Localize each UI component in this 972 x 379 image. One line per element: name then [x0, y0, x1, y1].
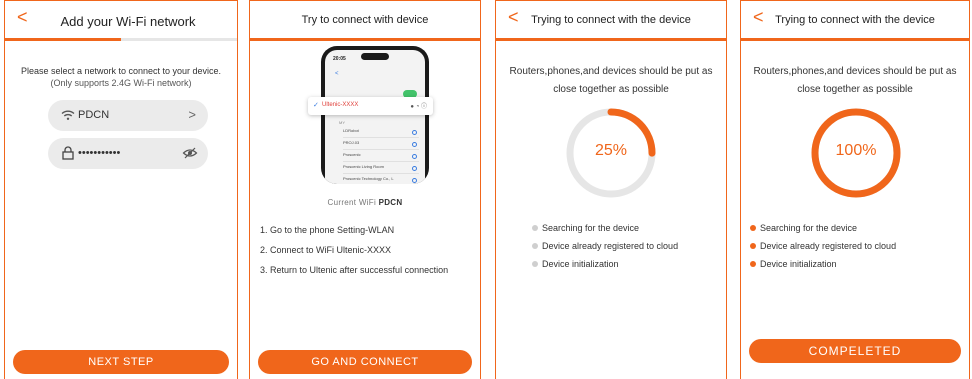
eye-hidden-icon[interactable]: [182, 145, 198, 161]
progress-percent: 100%: [835, 142, 877, 159]
screen-connecting-100: < Trying to connect with the device Rout…: [740, 0, 970, 379]
step-item: 3. Return to Ultenic after successful co…: [260, 265, 449, 275]
screen-connecting-25: < Trying to connect with the device Rout…: [495, 0, 727, 379]
header-underline-fill: [741, 38, 969, 41]
page-title: Try to connect with device: [301, 14, 429, 26]
placement-hint: Routers,phones,and devices should be put…: [509, 66, 713, 95]
phone-network-name: Proscenic Technology Co., L: [343, 176, 394, 181]
current-wifi-name: PDCN: [378, 198, 403, 207]
lock-wifi-info-icon: ● ◔ ⓘ: [410, 104, 427, 110]
phone-network-row: LDRobot: [343, 128, 419, 138]
status-item: Searching for the device: [750, 222, 965, 240]
wifi-select-field[interactable]: PDCN >: [48, 100, 208, 131]
selected-network-name: Ultenic-XXXX: [322, 102, 359, 108]
chevron-right-icon: >: [188, 107, 196, 122]
step-progress-bar: [5, 38, 237, 41]
phone-network-name: Proscenic: [343, 152, 361, 157]
phone-network-name: Proscenic Living Room: [343, 164, 384, 169]
header-underline: [496, 38, 726, 41]
page-title: Trying to connect with the device: [775, 14, 935, 26]
go-and-connect-button[interactable]: GO AND CONNECT: [258, 350, 472, 374]
screen-connect-device: Try to connect with device 20:05 < MY LD…: [249, 0, 481, 379]
phone-time: 20:05: [333, 56, 346, 62]
progress-percent: 25%: [594, 142, 628, 159]
phone-network-row: Proscenic Technology Co., L: [343, 176, 419, 184]
password-value: •••••••••••: [78, 147, 121, 159]
placement-hint: Routers,phones,and devices should be put…: [753, 66, 957, 95]
completed-button[interactable]: COMPELETED: [749, 339, 961, 363]
header: < Add your Wi-Fi network: [5, 1, 237, 39]
current-wifi-label: Current WiFi PDCN: [250, 198, 480, 207]
checkmark-icon: ✓: [313, 102, 319, 109]
header: < Trying to connect with the device: [741, 1, 969, 39]
current-wifi-prefix: Current WiFi: [327, 198, 379, 207]
progress-ring: 25%: [564, 106, 658, 200]
wifi-name: PDCN: [78, 109, 110, 121]
status-item: Device initialization: [532, 258, 722, 276]
header: < Trying to connect with the device: [496, 1, 726, 39]
phone-network-row: PROJ.03: [343, 140, 419, 150]
status-list: Searching for the device Device already …: [532, 222, 722, 276]
header: Try to connect with device: [250, 1, 480, 39]
progress-ring: 100%: [809, 106, 903, 200]
step-progress-fill: [5, 38, 121, 41]
instruction-sub: (Only supports 2.4G Wi-Fi network): [50, 78, 192, 88]
password-field[interactable]: •••••••••••: [48, 138, 208, 169]
phone-back-icon: <: [335, 71, 339, 77]
instruction-main: Please select a network to connect to yo…: [20, 66, 222, 76]
info-icon: [412, 130, 417, 135]
step-item: 1. Go to the phone Setting-WLAN: [260, 225, 395, 235]
status-item: Searching for the device: [532, 222, 722, 240]
header-underline-fill: [250, 38, 480, 41]
lock-icon: [62, 146, 74, 160]
page-title: Trying to connect with the device: [531, 14, 691, 26]
header-underline: [741, 38, 969, 41]
phone-illustration: 20:05 < MY LDRobot PROJ.03 Proscenic Pro…: [321, 46, 429, 184]
phone-network-row: Proscenic: [343, 152, 419, 162]
status-list: Searching for the device Device already …: [750, 222, 965, 276]
info-icon: [412, 154, 417, 159]
status-item: Device already registered to cloud: [532, 240, 722, 258]
header-underline-fill: [496, 38, 726, 41]
next-step-button[interactable]: NEXT STEP: [13, 350, 229, 374]
instruction-steps: 1. Go to the phone Setting-WLAN 2. Conne…: [260, 223, 474, 283]
page-title: Add your Wi-Fi network: [60, 14, 196, 29]
selected-network-card: ✓ Ultenic-XXXX ● ◔ ⓘ: [308, 97, 433, 115]
phone-notch: [361, 53, 389, 60]
status-item: Device already registered to cloud: [750, 240, 965, 258]
phone-networks-label: MY: [339, 120, 345, 125]
header-underline: [250, 38, 480, 41]
screen-add-wifi: < Add your Wi-Fi network Please select a…: [4, 0, 238, 379]
info-icon: [412, 142, 417, 147]
info-icon: [412, 166, 417, 171]
status-item: Device initialization: [750, 258, 965, 276]
instruction-text: Please select a network to connect to yo…: [13, 65, 229, 89]
phone-network-row: Proscenic Living Room: [343, 164, 419, 174]
step-item: 2. Connect to WiFi Ultenic-XXXX: [260, 245, 392, 255]
phone-network-name: LDRobot: [343, 128, 359, 133]
info-icon: [412, 178, 417, 183]
wifi-icon: [61, 110, 75, 120]
phone-screen: 20:05 < MY LDRobot PROJ.03 Proscenic Pro…: [325, 50, 425, 184]
phone-network-name: PROJ.03: [343, 140, 360, 145]
